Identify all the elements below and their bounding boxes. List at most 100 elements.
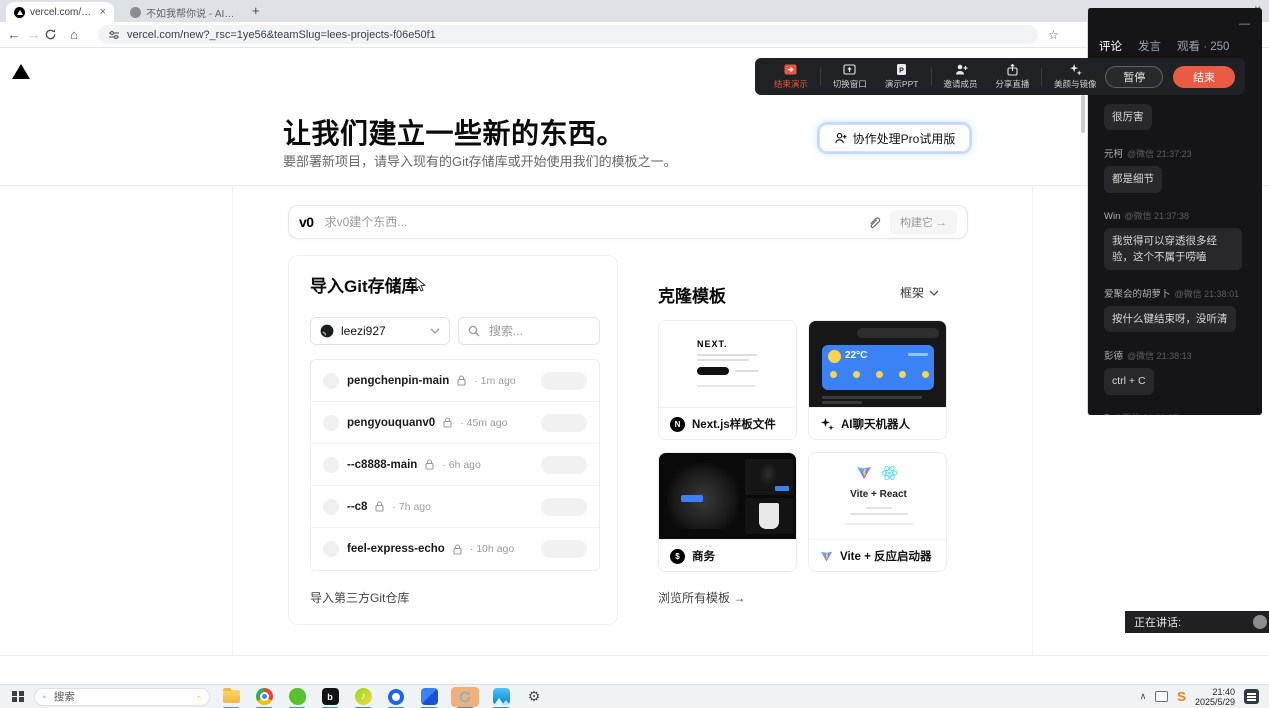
taskbar-search-input[interactable] (52, 690, 191, 704)
import-button-skeleton[interactable] (541, 414, 587, 432)
chat-bubble: 我觉得可以穿透很多经验，这个不属于唠嗑 (1104, 228, 1242, 271)
chat-message-header: 7@微信 21:38:37 (1104, 411, 1262, 415)
repo-time: · 45m ago (460, 417, 507, 429)
repo-row[interactable]: pengchenpin-main · 1m ago (311, 360, 599, 402)
notifications-icon[interactable] (1244, 689, 1259, 704)
templates-section-title: 克隆模板 (658, 282, 726, 307)
switch-window-button[interactable]: 切换窗口 (824, 63, 876, 90)
repo-row[interactable]: --c8888-main · 6h ago (311, 444, 599, 486)
browser-tab-vercel[interactable]: vercel.com/new × (6, 2, 114, 22)
pro-trial-label: 协作处理Pro试用版 (853, 130, 956, 147)
beauty-mirror-button[interactable]: 美颜与镜像 (1045, 63, 1105, 90)
loop-arrow-app-icon[interactable] (450, 687, 480, 707)
repo-name: --c8 (347, 501, 367, 513)
forward-icon[interactable]: → (24, 27, 44, 42)
refresh-icon[interactable] (44, 28, 64, 41)
repo-row[interactable]: feel-express-echo · 10h ago (311, 528, 599, 570)
pro-trial-button[interactable]: 协作处理Pro试用版 (819, 124, 970, 152)
tab2-favicon-icon (130, 7, 141, 18)
tab-comments[interactable]: 评论 (1099, 38, 1122, 54)
git-account-dropdown[interactable]: leezi927 (310, 317, 450, 345)
chrome-icon[interactable] (252, 687, 276, 707)
paperclip-icon[interactable] (867, 215, 881, 229)
system-tray: ∧ S 21:40 2025/5/29 (1140, 687, 1269, 707)
toolbar-separator (1041, 68, 1042, 86)
chat-message-header: 爱聚会的胡萝卜@微信 21:38:01 (1104, 286, 1262, 300)
repo-list: pengchenpin-main · 1m ago pengyouquanv0 … (310, 359, 600, 571)
chat-meta: @微信 21:37:23 (1127, 149, 1192, 159)
sogou-input-icon[interactable]: S (1177, 689, 1186, 704)
repo-time: · 10h ago (470, 543, 514, 555)
url-bar[interactable]: vercel.com/new?_rsc=1ye56&teamSlug=lees-… (98, 25, 1038, 44)
template-card-nextjs[interactable]: NEXT. N Next.js样板文件 (658, 320, 797, 440)
repo-search-input[interactable] (487, 323, 577, 339)
tab-close-icon[interactable]: × (100, 7, 106, 18)
tab-speak[interactable]: 发言 (1138, 38, 1161, 54)
blue-tiles-app-icon[interactable] (417, 687, 441, 707)
repo-avatar (323, 499, 339, 515)
person-add-icon (834, 132, 847, 145)
tune-icon (108, 29, 120, 41)
import-third-party-link[interactable]: 导入第三方Git仓库 (310, 589, 409, 606)
framework-filter-label: 框架 (900, 284, 924, 301)
copilot-sparkle-icon (197, 690, 201, 704)
end-button[interactable]: 结束 (1173, 66, 1235, 88)
new-tab-button[interactable]: + (252, 3, 260, 18)
photos-mountain-icon[interactable] (489, 687, 513, 707)
browser-tab-ai[interactable]: 不如我帮你说 - AI朋友 (122, 2, 246, 22)
template-card-ai-chatbot[interactable]: 22°C AI聊天机器人 (808, 320, 947, 440)
chat-message-header: Win@微信 21:37:38 (1104, 209, 1262, 222)
tray-chevron-up-icon[interactable]: ∧ (1140, 691, 1147, 702)
end-presentation-button[interactable]: 结束演示 (765, 63, 817, 90)
repo-name: feel-express-echo (347, 543, 445, 555)
search-icon (468, 325, 480, 337)
invite-members-button[interactable]: 邀请成员 (935, 63, 987, 90)
repo-avatar (323, 457, 339, 473)
back-icon[interactable]: ← (4, 27, 24, 42)
lock-icon (443, 417, 452, 428)
build-it-button[interactable]: 构建它 → (890, 210, 957, 234)
chat-bubble: ctrl + C (1104, 368, 1154, 394)
home-icon[interactable]: ⌂ (64, 27, 84, 42)
v0-prompt-input[interactable] (323, 214, 858, 230)
tab-watching[interactable]: 观看 · 250 (1177, 38, 1229, 54)
import-button-skeleton[interactable] (541, 498, 587, 516)
template-card-vite-react[interactable]: Vite + React Vite + 反应启动器 (808, 452, 947, 572)
browse-all-templates-link[interactable]: 浏览所有模板 → (658, 589, 745, 606)
url-text: vercel.com/new?_rsc=1ye56&teamSlug=lees-… (127, 29, 436, 41)
present-ppt-button[interactable]: P 演示PPT (876, 63, 928, 90)
template-preview: Vite + React (809, 453, 946, 539)
blue-ring-app-icon[interactable] (384, 687, 408, 707)
pause-button[interactable]: 暂停 (1105, 66, 1163, 88)
tab-title: 不如我帮你说 - AI朋友 (146, 5, 238, 20)
share-live-button[interactable]: 分享直播 (987, 63, 1039, 90)
repo-avatar (323, 373, 339, 389)
ppt-doc-icon: P (895, 63, 908, 76)
taskbar-clock[interactable]: 21:40 2025/5/29 (1195, 687, 1235, 707)
template-card-commerce[interactable]: $ 商务 (658, 452, 797, 572)
bookmark-star-icon[interactable]: ☆ (1048, 28, 1059, 42)
repo-search-box[interactable] (458, 317, 600, 345)
git-account-label: leezi927 (341, 324, 386, 338)
green-app-icon[interactable] (285, 687, 309, 707)
v0-prompt-bar: v0 构建它 → (288, 205, 968, 239)
start-button[interactable] (12, 691, 24, 703)
tray-window-icon[interactable] (1155, 691, 1168, 702)
music-app-icon[interactable]: ♪ (351, 687, 375, 707)
scrollbar-thumb[interactable] (1081, 95, 1085, 133)
screen: vercel.com/new × 不如我帮你说 - AI朋友 + × ← → ⌂… (0, 0, 1269, 708)
repo-row[interactable]: --c8 · 7h ago (311, 486, 599, 528)
settings-gear-icon[interactable]: ⚙ (522, 687, 546, 707)
import-button-skeleton[interactable] (541, 540, 587, 558)
import-button-skeleton[interactable] (541, 372, 587, 390)
taskbar-search[interactable] (34, 688, 210, 706)
import-button-skeleton[interactable] (541, 456, 587, 474)
chat-panel-tabs: 评论 发言 观看 · 250 (1099, 38, 1229, 54)
commerce-icon: $ (670, 549, 685, 564)
repo-name: pengchenpin-main (347, 375, 449, 387)
repo-row[interactable]: pengyouquanv0 · 45m ago (311, 402, 599, 444)
panel-minimize-icon[interactable]: — (1239, 18, 1250, 30)
file-explorer-icon[interactable] (219, 687, 243, 707)
framework-filter[interactable]: 框架 (900, 284, 939, 301)
black-app-icon[interactable]: b (318, 687, 342, 707)
